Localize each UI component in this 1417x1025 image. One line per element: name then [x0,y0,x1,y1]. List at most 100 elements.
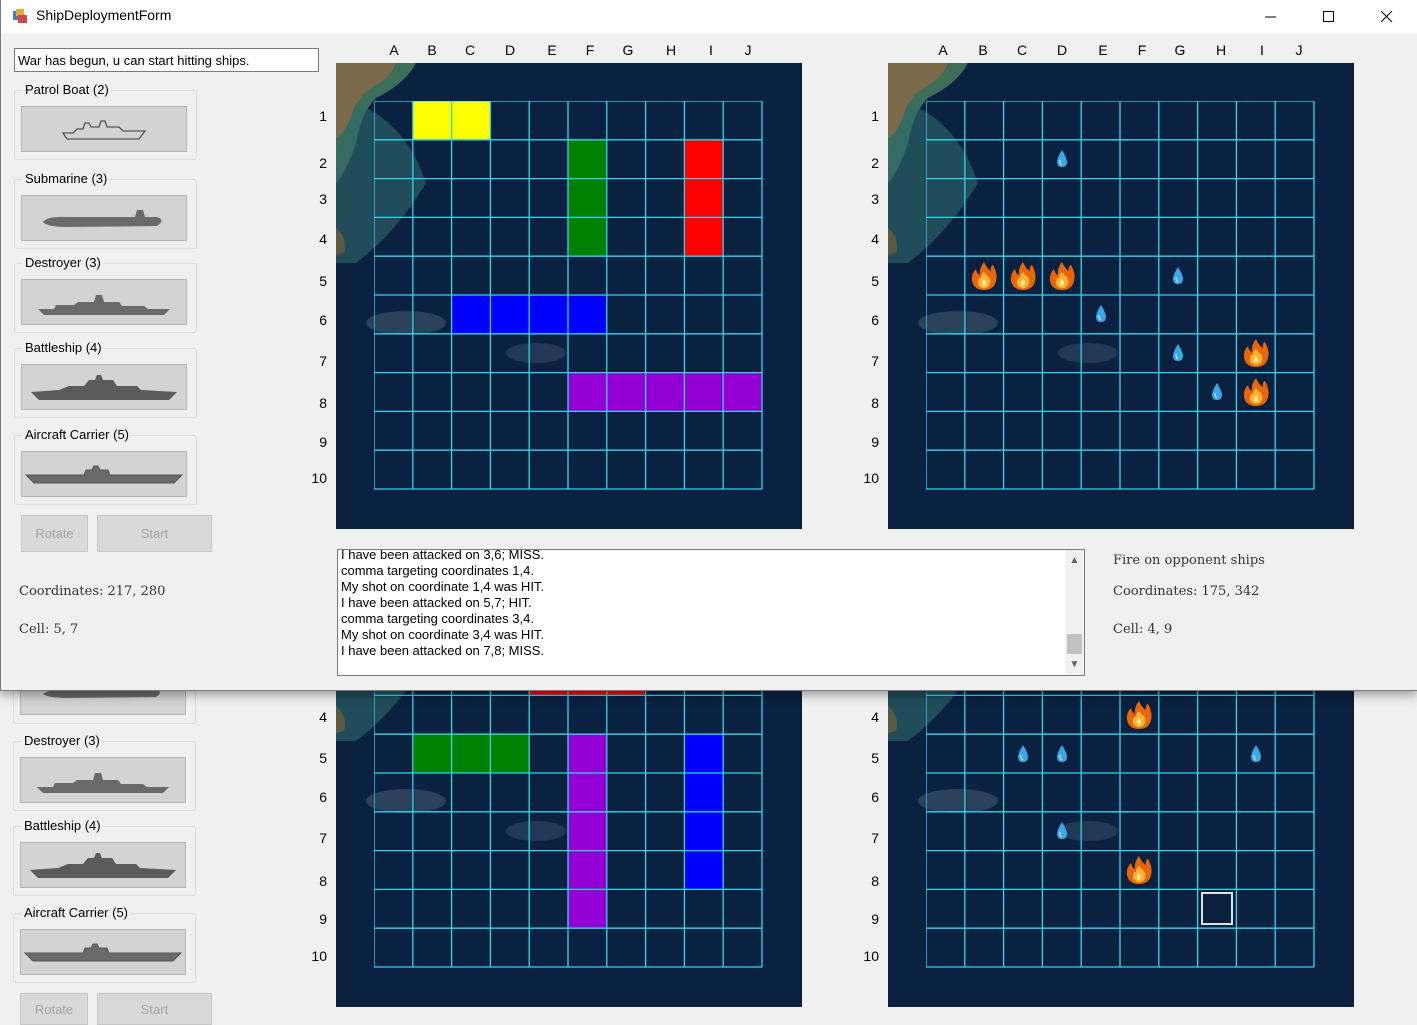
player-column-label: I [709,42,713,58]
battle-log[interactable]: I have been attacked on 3,6; MISS. comma … [337,549,1085,676]
player-row-label-back: 4 [319,709,327,725]
rotate-button[interactable]: Rotate [21,515,88,552]
destroyer-group-back: Destroyer (3) [13,733,196,811]
start-button-back[interactable]: Start [97,993,212,1025]
player-row-label-back: 8 [319,873,327,889]
destroyer-group: Destroyer (3) [14,255,197,333]
player-row-label: 10 [311,470,327,486]
opponent-column-label: C [1016,42,1028,58]
fire-instruction-text: Fire on opponent ships [1113,553,1265,568]
destroyer-label-back: Destroyer (3) [22,733,102,748]
player-column-label: J [744,42,752,58]
destroyer-icon [38,295,170,315]
opponent-row-label: 5 [871,273,879,289]
scroll-down-icon[interactable]: ▼ [1065,656,1084,673]
player-column-label: H [665,42,677,58]
player-row-label: 2 [319,155,327,171]
battleship-button-back[interactable] [20,842,186,888]
opponent-row-label: 7 [871,353,879,369]
close-button[interactable] [1358,0,1416,33]
fire-icon [965,256,1004,295]
fire-icon [1120,695,1159,734]
water-drop-icon [1159,334,1198,373]
player-row-label: 6 [319,312,327,328]
scroll-thumb[interactable] [1067,634,1082,654]
player-column-label: A [389,42,399,58]
opponent-column-label: D [1056,42,1068,58]
grid-lines [926,101,1315,490]
opponent-board[interactable] [888,63,1354,529]
scroll-up-icon[interactable]: ▲ [1065,552,1084,569]
opponent-row-label: 10 [863,470,879,486]
player-row-label: 8 [319,395,327,411]
log-scrollbar[interactable]: ▲ ▼ [1065,550,1084,675]
water-drop-icon [1042,734,1081,773]
aircraft-carrier-label-back: Aircraft Carrier (5) [22,905,131,920]
left-coordinates-text: Coordinates: 217, 280 [19,584,166,599]
player-row-label: 3 [319,191,327,207]
opponent-row-label-back: 8 [871,873,879,889]
opponent-row-label: 4 [871,231,879,247]
opponent-column-label: F [1137,42,1147,58]
opponent-row-label-back: 6 [871,789,879,805]
opponent-column-label: B [978,42,988,58]
submarine-group: Submarine (3) [14,171,197,249]
left-cell-text: Cell: 5, 7 [19,622,79,637]
aircraft-carrier-button[interactable] [21,451,187,497]
aircraft-carrier-group: Aircraft Carrier (5) [14,427,197,505]
board-grid[interactable] [926,101,1315,490]
battleship-group: Battleship (4) [14,340,197,418]
minimize-button[interactable] [1242,0,1300,33]
water-drop-icon [1198,373,1237,412]
log-line: My shot on coordinate 1,4 was HIT. [341,579,545,594]
water-drop-icon [1159,256,1198,295]
patrol-boat-group: Patrol Boat (2) [14,82,197,160]
opponent-row-label-back: 9 [871,911,879,927]
opponent-row-label: 1 [871,108,879,124]
aircraft-carrier-button-back[interactable] [20,929,186,975]
board-grid[interactable] [374,101,763,490]
submarine-button[interactable] [21,195,187,241]
water-drop-icon [1042,812,1081,851]
status-message-box[interactable]: War has begun, u can start hitting ships… [14,48,319,72]
maximize-button[interactable] [1300,0,1358,33]
maximize-icon [1323,10,1334,22]
opponent-column-label: I [1260,42,1264,58]
player-row-label-back: 10 [311,948,327,964]
battleship-button[interactable] [21,364,187,410]
opponent-row-label: 2 [871,155,879,171]
fire-icon [1004,256,1043,295]
battleship-group-back: Battleship (4) [13,818,196,896]
title-bar: ShipDeploymentForm [1,0,1417,33]
log-line: comma targeting coordinates 1,4. [341,563,534,578]
opponent-row-label: 8 [871,395,879,411]
player-column-label: D [504,42,516,58]
water-drop-icon [1081,295,1120,334]
submarine-icon [43,210,162,227]
battleship-icon [30,853,176,878]
submarine-label: Submarine (3) [23,171,110,186]
start-button[interactable]: Start [97,515,212,552]
opponent-column-label: H [1215,42,1227,58]
player-row-label-back: 9 [319,911,327,927]
player-row-label: 9 [319,434,327,450]
opponent-column-label: E [1098,42,1108,58]
rotate-button-back[interactable]: Rotate [20,993,88,1025]
player-board[interactable] [336,63,802,529]
log-line: comma targeting coordinates 3,4. [341,611,534,626]
target-selector[interactable] [1200,892,1234,926]
destroyer-button[interactable] [21,279,187,325]
destroyer-icon [37,773,169,793]
player-row-label: 5 [319,273,327,289]
grid-lines [374,101,763,490]
player-row-label: 1 [319,108,327,124]
patrol-boat-button[interactable] [21,106,187,152]
battleship-icon [31,375,177,400]
water-drop-icon [1236,734,1275,773]
patrol-boat-icon [61,120,147,140]
destroyer-button-back[interactable] [20,757,186,803]
player-column-label: C [464,42,476,58]
opponent-row-label-back: 5 [871,750,879,766]
opponent-row-label-back: 4 [871,709,879,725]
fire-icon [1120,851,1159,890]
